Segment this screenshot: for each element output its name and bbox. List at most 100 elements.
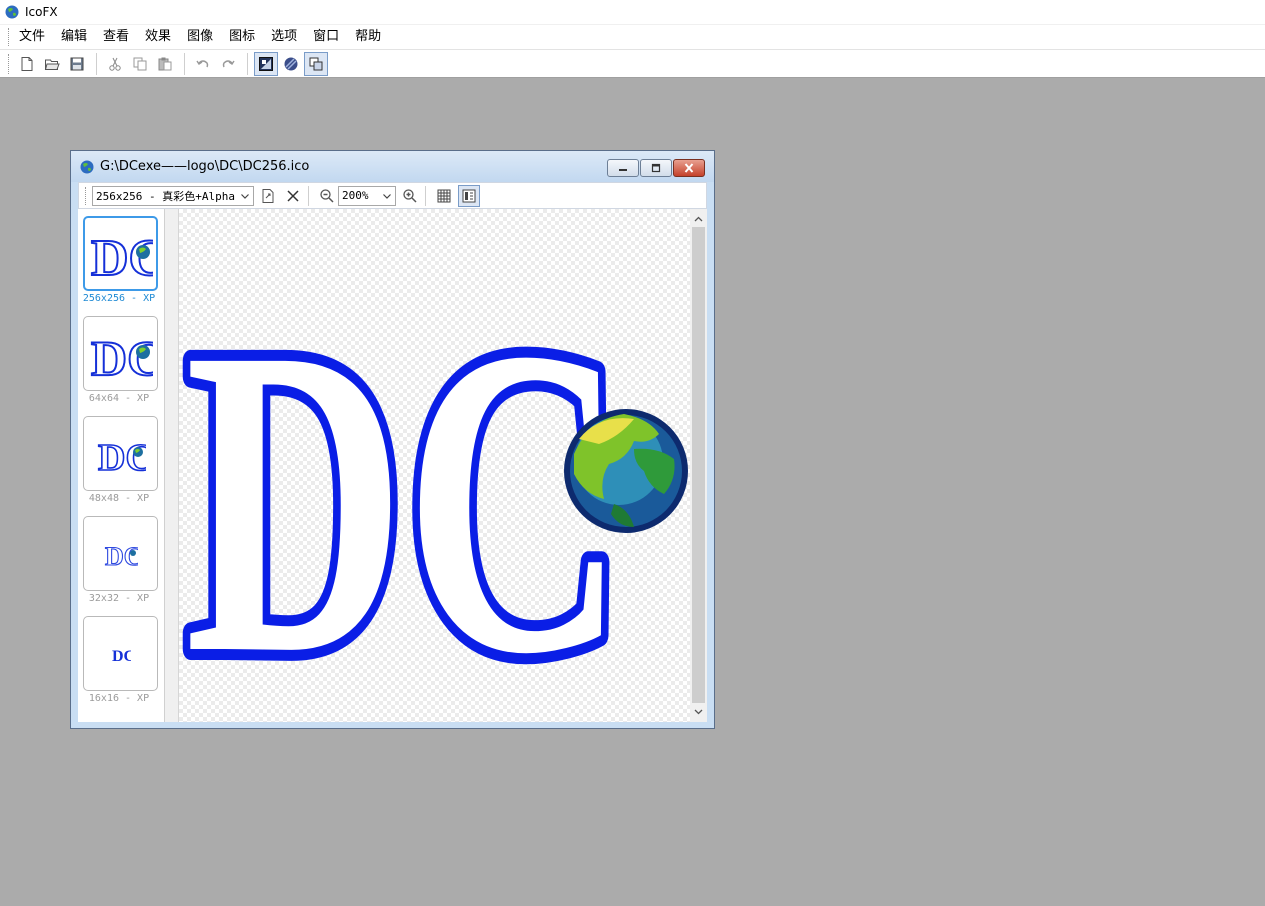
thumbnail-label: 48x48 - XP bbox=[88, 493, 150, 504]
save-button[interactable] bbox=[65, 52, 89, 76]
toolbar-separator bbox=[184, 52, 185, 75]
thumbnail-logo-text: DC bbox=[112, 648, 131, 663]
menu-window[interactable]: 窗口 bbox=[310, 26, 352, 48]
save-icon bbox=[70, 57, 84, 70]
thumbnail-label: 16x16 - XP bbox=[88, 693, 150, 704]
menu-image[interactable]: 图像 bbox=[184, 26, 226, 48]
panel-splitter[interactable] bbox=[165, 209, 179, 722]
menu-view[interactable]: 查看 bbox=[100, 26, 142, 48]
maximize-icon bbox=[651, 163, 661, 173]
thumbnail-16[interactable]: DC bbox=[83, 616, 158, 691]
document-toolbar: 256x256 - 真彩色+Alpha 200% bbox=[78, 182, 707, 209]
maximize-button[interactable] bbox=[640, 159, 672, 177]
paste-icon bbox=[158, 57, 172, 70]
close-icon bbox=[684, 163, 694, 173]
grid-icon bbox=[437, 189, 451, 202]
image-editor-icon bbox=[259, 56, 273, 71]
close-button[interactable] bbox=[673, 159, 705, 177]
paste-button[interactable] bbox=[153, 52, 177, 76]
toolbar-separator bbox=[247, 52, 248, 75]
copy-button[interactable] bbox=[128, 52, 152, 76]
window-controls bbox=[606, 159, 705, 177]
menu-icon[interactable]: 图标 bbox=[226, 26, 268, 48]
menu-file[interactable]: 文件 bbox=[16, 26, 58, 48]
minimize-button[interactable] bbox=[607, 159, 639, 177]
scroll-down-button[interactable] bbox=[692, 705, 705, 718]
layers-button[interactable] bbox=[304, 51, 328, 76]
chevron-up-icon bbox=[694, 216, 703, 221]
dc-logo-image: DC bbox=[179, 247, 688, 722]
menu-bar: 文件 编辑 查看 效果 图像 图标 选项 窗口 帮助 bbox=[0, 24, 1265, 49]
layers-icon bbox=[309, 57, 323, 70]
zoom-in-button[interactable] bbox=[399, 185, 421, 207]
dc-logo-thumbnail: DC bbox=[104, 541, 138, 569]
dc-logo-thumbnail: DC bbox=[90, 229, 153, 283]
undo-button[interactable] bbox=[191, 52, 215, 76]
canvas-logo-text: DC bbox=[185, 258, 625, 722]
preview-toggle-button[interactable] bbox=[458, 184, 480, 207]
zoom-select[interactable]: 200% bbox=[338, 185, 396, 206]
icon-canvas[interactable]: DC bbox=[179, 209, 690, 722]
document-toolbar-separator bbox=[425, 185, 426, 206]
chevron-down-icon bbox=[241, 193, 249, 199]
redo-icon bbox=[222, 59, 235, 67]
chevron-down-icon bbox=[694, 709, 703, 714]
document-toolbar-separator bbox=[308, 185, 309, 206]
vertical-scrollbar[interactable] bbox=[690, 209, 707, 722]
scroll-up-button[interactable] bbox=[692, 212, 705, 225]
format-select-value: 256x256 - 真彩色+Alpha bbox=[96, 189, 235, 203]
export-page-icon bbox=[262, 188, 274, 203]
menu-options[interactable]: 选项 bbox=[268, 26, 310, 48]
grid-toggle-button[interactable] bbox=[433, 185, 455, 207]
cut-icon bbox=[109, 57, 121, 71]
chevron-down-icon bbox=[383, 193, 391, 199]
export-button[interactable] bbox=[257, 185, 279, 207]
globe-button[interactable] bbox=[279, 52, 303, 76]
globe-icon bbox=[284, 57, 298, 70]
image-editor-button[interactable] bbox=[254, 51, 278, 76]
dc-logo-thumbnail: DC bbox=[97, 436, 146, 476]
preview-panel-icon bbox=[462, 189, 476, 202]
thumbnail-label: 256x256 - XP bbox=[82, 293, 156, 304]
format-select[interactable]: 256x256 - 真彩色+Alpha bbox=[92, 185, 254, 206]
document-window: G:\DCexe——logo\DC\DC256.ico 256x256 - 真彩… bbox=[70, 150, 715, 729]
document-title-bar[interactable]: G:\DCexe——logo\DC\DC256.ico bbox=[71, 151, 714, 182]
undo-icon bbox=[196, 59, 209, 67]
zoom-select-value: 200% bbox=[342, 189, 369, 202]
menu-grip bbox=[8, 28, 11, 46]
document-title: G:\DCexe——logo\DC\DC256.ico bbox=[100, 159, 310, 174]
zoom-out-icon bbox=[320, 188, 334, 203]
menu-edit[interactable]: 编辑 bbox=[58, 26, 100, 48]
thumbnail-label: 64x64 - XP bbox=[88, 393, 150, 404]
dc-logo-thumbnail: DC bbox=[90, 329, 153, 383]
delete-format-button[interactable] bbox=[282, 185, 304, 207]
app-title: IcoFX bbox=[25, 5, 58, 19]
app-globe-icon bbox=[5, 5, 19, 19]
dc-logo-thumbnail: DC bbox=[112, 648, 131, 663]
open-button[interactable] bbox=[40, 52, 64, 76]
thumbnail-64[interactable]: DC bbox=[83, 316, 158, 391]
main-toolbar bbox=[0, 49, 1265, 78]
toolbar-separator bbox=[96, 52, 97, 75]
thumbnail-48[interactable]: DC bbox=[83, 416, 158, 491]
redo-button[interactable] bbox=[216, 52, 240, 76]
thumbnail-panel: DC 256x256 - XP DC 64x64 - XP DC 48x48 -… bbox=[78, 209, 165, 722]
new-file-button[interactable] bbox=[15, 52, 39, 76]
menu-effects[interactable]: 效果 bbox=[142, 26, 184, 48]
thumbnail-32[interactable]: DC bbox=[83, 516, 158, 591]
cut-button[interactable] bbox=[103, 52, 127, 76]
document-toolbar-grip bbox=[85, 186, 88, 205]
zoom-out-button[interactable] bbox=[316, 185, 338, 207]
minimize-icon bbox=[619, 169, 627, 171]
delete-x-icon bbox=[287, 189, 299, 202]
app-title-bar: IcoFX bbox=[0, 0, 1265, 24]
thumbnail-label: 32x32 - XP bbox=[88, 593, 150, 604]
scroll-thumb[interactable] bbox=[692, 227, 705, 703]
earth-globe bbox=[564, 409, 688, 533]
menu-help[interactable]: 帮助 bbox=[352, 26, 394, 48]
toolbar-grip bbox=[8, 53, 11, 74]
copy-icon bbox=[133, 57, 147, 70]
open-folder-icon bbox=[44, 59, 60, 70]
thumbnail-256[interactable]: DC bbox=[83, 216, 158, 291]
zoom-in-icon bbox=[403, 188, 417, 203]
